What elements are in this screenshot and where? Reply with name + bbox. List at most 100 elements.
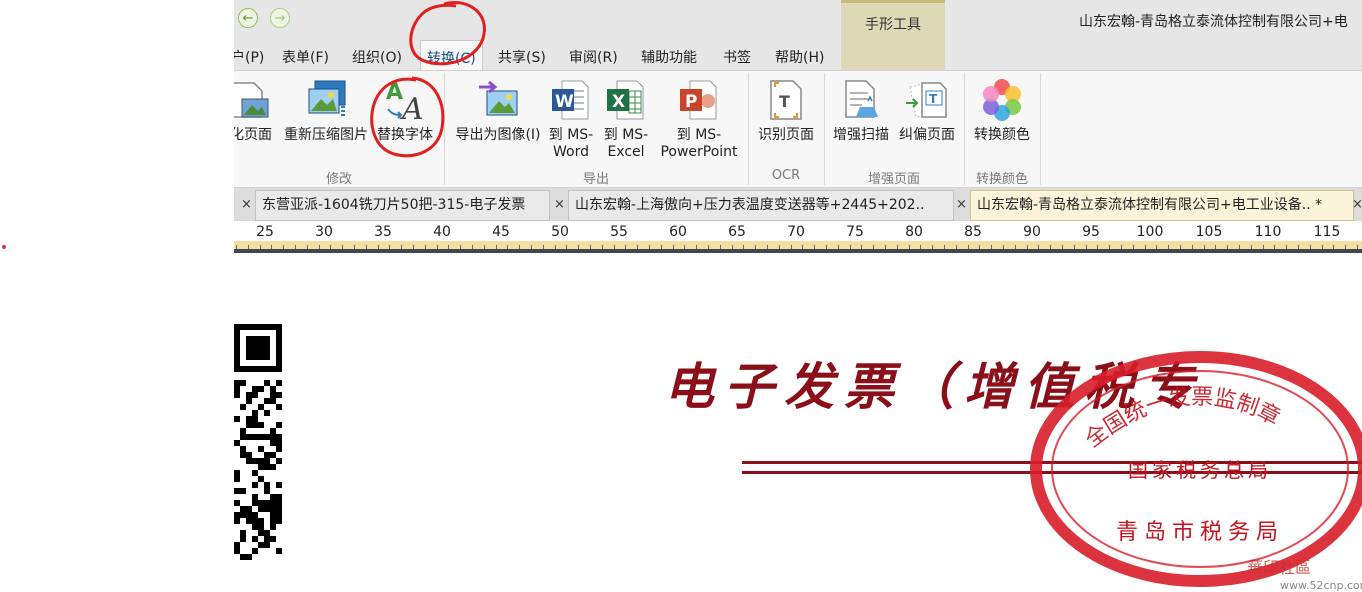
ruler-tick xyxy=(885,245,886,249)
svg-text:T: T xyxy=(779,92,790,111)
export-image-icon xyxy=(479,80,518,116)
to-powerpoint-label-1: 到 MS- xyxy=(676,127,722,143)
ruler-tick xyxy=(602,245,603,249)
tab-bookmarks[interactable]: 书签 xyxy=(723,47,751,67)
doc-tab-label: 山东宏翰-上海傲向+压力表温度变送器等+2445+202.. xyxy=(575,197,925,213)
forward-arrow-icon[interactable]: → xyxy=(270,8,290,28)
doc-tab[interactable]: 东营亚派-1604铣刀片50把-315-电子发票 xyxy=(255,190,550,221)
ruler-tick xyxy=(1192,245,1193,249)
ruler-tick xyxy=(1038,245,1039,249)
ruler-tick xyxy=(1251,245,1252,249)
ruler-tick xyxy=(861,245,862,249)
ruler-tick xyxy=(413,245,414,249)
to-excel-label-1: 到 MS- xyxy=(603,127,649,143)
ruler-tick xyxy=(1097,245,1098,249)
ruler-tick xyxy=(378,245,379,249)
group-label-enhance: 增强页面 xyxy=(867,172,920,187)
tab-help[interactable]: 帮助(H) xyxy=(775,47,824,67)
tab-organize[interactable]: 组织(O) xyxy=(352,47,402,67)
ruler-label: 35 xyxy=(374,224,392,240)
ruler-tick xyxy=(979,245,980,249)
ruler-tick xyxy=(1062,245,1063,249)
deskew-page-label: 纠偏页面 xyxy=(899,127,955,143)
ruler-tick xyxy=(330,245,331,249)
tab-account[interactable]: 户(P) xyxy=(234,47,264,67)
ruler-label: 50 xyxy=(551,224,569,240)
ruler-tick xyxy=(649,245,650,249)
ruler-tick xyxy=(1180,245,1181,249)
ruler-tick xyxy=(991,245,992,249)
seal-bottom-text: 青岛市税务局 xyxy=(1116,520,1284,545)
tab-share[interactable]: 共享(S) xyxy=(498,47,546,67)
ruler-tick xyxy=(248,245,249,249)
ruler-tick xyxy=(661,245,662,249)
to-word-label-1: 到 MS- xyxy=(548,127,594,143)
group-label-color: 转换颜色 xyxy=(975,172,1028,187)
ruler-tick xyxy=(637,245,638,249)
ruler-tick xyxy=(1015,245,1016,249)
ruler-tick xyxy=(460,245,461,249)
ruler-tick xyxy=(920,245,921,249)
ruler-tick xyxy=(496,245,497,249)
doc-tab-label: 东营亚派-1604铣刀片50把-315-电子发票 xyxy=(262,197,526,213)
enhance-scan-icon xyxy=(845,80,878,118)
close-tab-icon[interactable]: × xyxy=(554,190,565,219)
ruler-label: 45 xyxy=(492,224,510,240)
tab-accessibility[interactable]: 辅助功能 xyxy=(641,47,697,67)
doc-tab-label: 山东宏翰-青岛格立泰流体控制有限公司+电工业设备.. * xyxy=(977,197,1323,213)
doc-tab-active[interactable]: 山东宏翰-青岛格立泰流体控制有限公司+电工业设备.. * xyxy=(970,190,1354,221)
ruler-tick xyxy=(1109,245,1110,249)
deskew-icon: T xyxy=(906,82,947,118)
ocr-page-label: 识别页面 xyxy=(758,127,814,143)
tab-review[interactable]: 审阅(R) xyxy=(569,47,618,67)
ruler-tick xyxy=(1357,245,1358,249)
group-label-modify: 修改 xyxy=(325,172,352,187)
doc-tab[interactable]: 山东宏翰-上海傲向+压力表温度变送器等+2445+202.. xyxy=(568,190,954,221)
svg-text:T: T xyxy=(929,92,938,106)
ruler-tick xyxy=(295,245,296,249)
optimize-page-label: 化页面 xyxy=(234,127,272,143)
ruler-tick xyxy=(1074,245,1075,249)
ruler-tick xyxy=(531,245,532,249)
close-tab-icon[interactable]: × xyxy=(956,190,967,219)
context-group-title: 手形工具 xyxy=(865,17,921,33)
window-title: 山东宏翰-青岛格立泰流体控制有限公司+电 xyxy=(1079,14,1348,30)
ruler-tick xyxy=(283,245,284,249)
ruler-tick xyxy=(1286,245,1287,249)
ruler-tick xyxy=(1204,245,1205,249)
ruler-tick xyxy=(1121,245,1122,249)
ruler-tick xyxy=(1239,245,1240,249)
ribbon-separator xyxy=(1040,73,1041,185)
replace-font-icon: A A xyxy=(386,80,424,123)
ruler-tick xyxy=(932,245,933,249)
ruler-tick xyxy=(260,245,261,249)
svg-text:A: A xyxy=(386,80,403,105)
tax-bureau-seal: 全国统一发票监制章 国家税务总局 青岛市税务局 xyxy=(1030,351,1362,587)
ruler-tick xyxy=(814,245,815,249)
ruler-tick xyxy=(625,245,626,249)
to-excel-label-2: Excel xyxy=(607,144,645,160)
ruler-tick xyxy=(401,245,402,249)
ruler-tick xyxy=(1310,245,1311,249)
ruler-tick xyxy=(1168,245,1169,249)
tab-convert[interactable]: 转换(C) xyxy=(420,40,483,72)
powerpoint-icon: P xyxy=(680,80,717,120)
ruler-tick xyxy=(791,245,792,249)
close-tab-icon[interactable]: × xyxy=(1352,190,1362,219)
tab-forms[interactable]: 表单(F) xyxy=(282,47,329,67)
ruler-label: 110 xyxy=(1254,224,1282,240)
ruler-label: 85 xyxy=(964,224,982,240)
menu-bar: 户(P) 表单(F) 组织(O) 转换(C) 共享(S) 审阅(R) 辅助功能 … xyxy=(234,40,1362,72)
context-tab-group: 手形工具 格式 xyxy=(841,0,945,70)
ruler-tick xyxy=(319,245,320,249)
ruler-tick xyxy=(1227,245,1228,249)
close-tab-icon[interactable]: × xyxy=(241,190,252,219)
svg-text:W: W xyxy=(555,92,574,112)
optimize-page-icon xyxy=(234,82,269,118)
site-watermark: 華印社區 xyxy=(1247,558,1312,577)
back-arrow-icon[interactable]: ← xyxy=(238,8,258,28)
ruler-tick xyxy=(673,245,674,249)
word-icon: W xyxy=(552,80,589,120)
document-page: 电子发票（增值税专 全国统一发票监制章 国家税务总局 青岛市税务局 華印社區 w… xyxy=(234,253,1362,592)
ruler-tick xyxy=(1215,245,1216,249)
